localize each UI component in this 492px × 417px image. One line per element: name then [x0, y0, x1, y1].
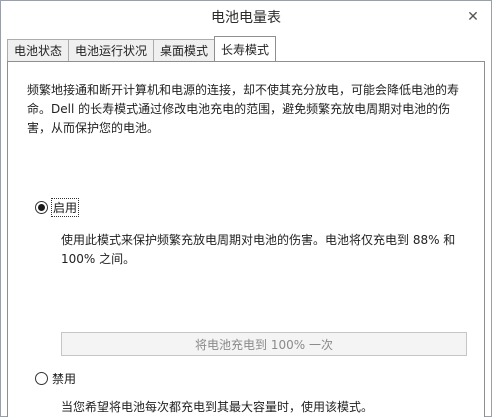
title-bar: 电池电量表 ✕	[1, 1, 491, 33]
disable-radio-label[interactable]: 禁用	[52, 370, 76, 387]
enable-description: 使用此模式来保护频繁充放电周期对电池的伤害。电池将仅充电到 88% 和 100%…	[61, 233, 456, 266]
enable-radio-label[interactable]: 启用	[50, 198, 80, 217]
close-icon[interactable]: ✕	[463, 7, 483, 27]
enable-radio-button[interactable]	[35, 201, 48, 214]
charge-to-full-once-button[interactable]: 将电池充电到 100% 一次	[61, 332, 467, 356]
tab-strip: 电池状态 电池运行状况 桌面模式 长寿模式	[7, 36, 277, 61]
enable-radio-option[interactable]: 启用	[35, 198, 80, 217]
tab-battery-status[interactable]: 电池状态	[7, 39, 70, 61]
disable-radio-option[interactable]: 禁用	[35, 370, 76, 387]
battery-meter-window: 电池电量表 ✕ 电池状态 电池运行状况 桌面模式 长寿模式 频繁地接通和断开计算…	[0, 0, 492, 417]
radio-selected-dot	[38, 204, 45, 211]
tab-longevity-mode[interactable]: 长寿模式	[214, 36, 277, 61]
tab-desktop-mode[interactable]: 桌面模式	[153, 39, 216, 61]
longevity-description: 频繁地接通和断开计算机和电源的连接，却不使其充分放电，可能会降低电池的寿命。De…	[27, 83, 460, 135]
window-title: 电池电量表	[211, 10, 281, 26]
disable-description: 当您希望将电池每次都充电到其最大容量时，使用该模式。	[61, 400, 374, 414]
disable-radio-button[interactable]	[35, 372, 48, 385]
tab-battery-health[interactable]: 电池运行状况	[68, 39, 155, 61]
